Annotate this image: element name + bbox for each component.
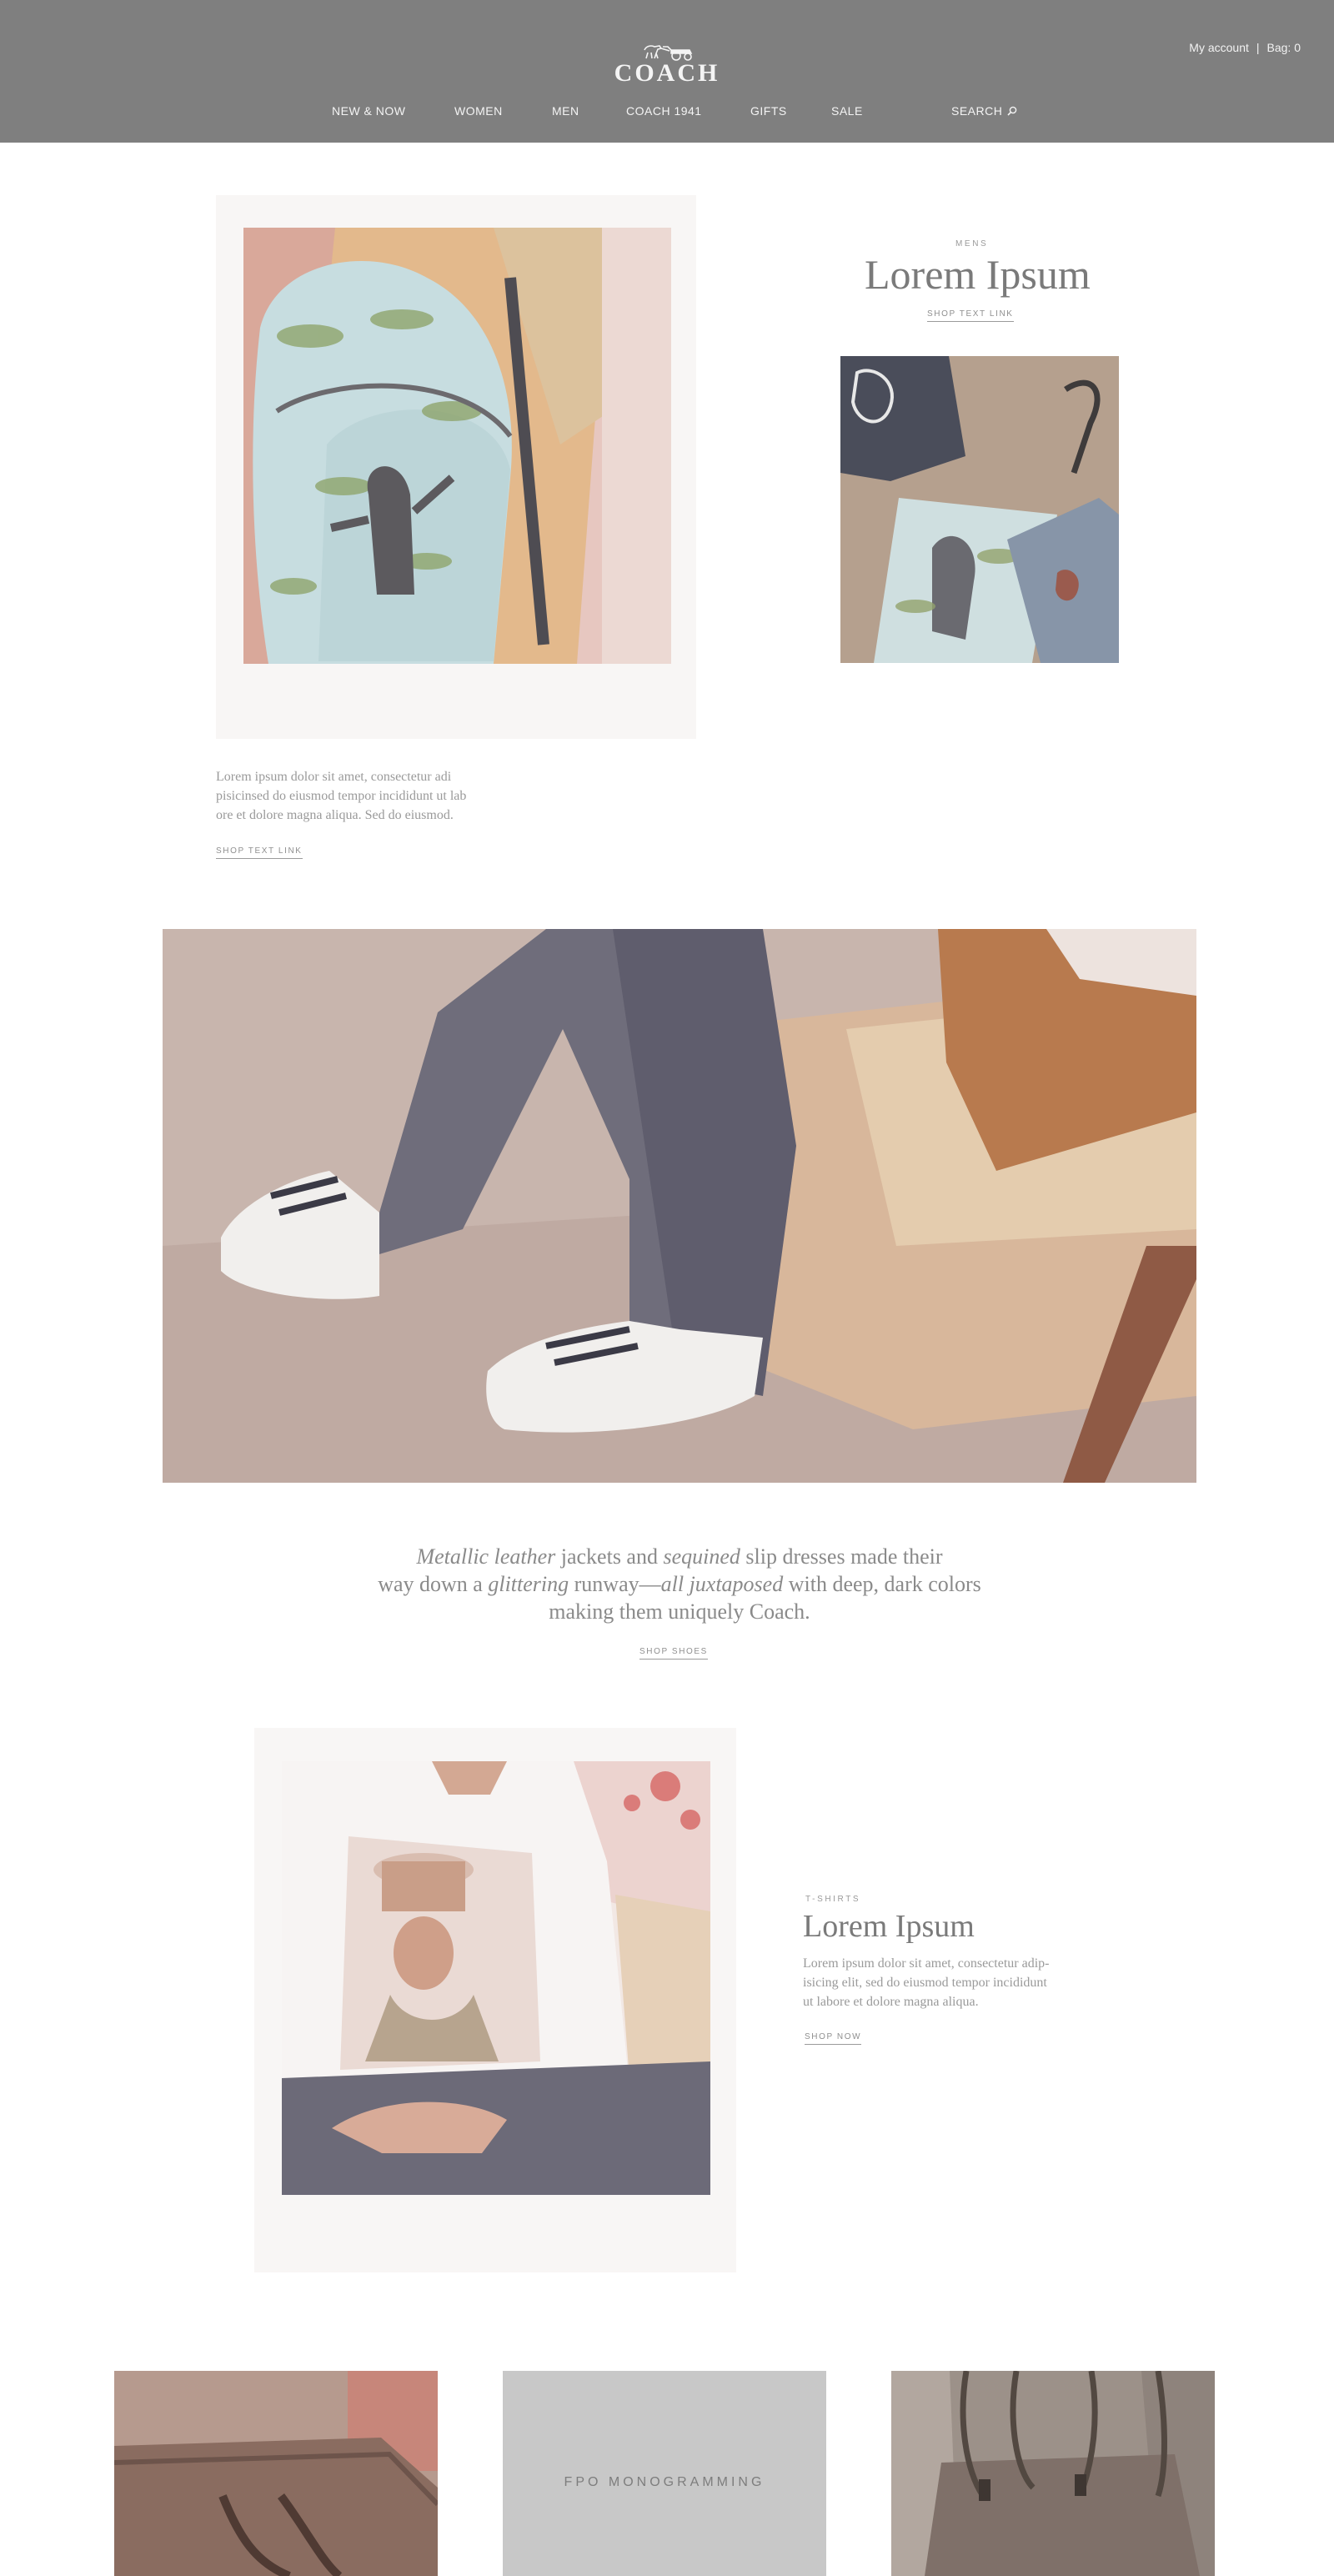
site-header: My account | Bag: 0 COACH NEW & NOW WOMEN … bbox=[0, 0, 1334, 143]
pouches-photo[interactable] bbox=[840, 356, 1119, 663]
mens-title: Lorem Ipsum bbox=[865, 251, 1091, 298]
utility-separator: | bbox=[1256, 41, 1260, 54]
search-icon bbox=[1007, 106, 1017, 116]
tshirts-body-line: ut labore et dolore magna aliqua. bbox=[803, 1995, 979, 2009]
backpack-photo[interactable] bbox=[243, 228, 671, 664]
quote-italic-fragment: glittering bbox=[488, 1572, 569, 1596]
nav-item-gifts[interactable]: GIFTS bbox=[750, 104, 787, 118]
brand-wordmark: COACH bbox=[614, 59, 720, 87]
briefcase-photo bbox=[114, 2371, 438, 2576]
backpack-body-line: Lorem ipsum dolor sit amet, consectetur … bbox=[216, 770, 452, 784]
nav-item-coach-1941[interactable]: COACH 1941 bbox=[626, 104, 702, 118]
tshirts-body-copy: Lorem ipsum dolor sit amet, consectetur … bbox=[803, 1954, 1103, 2011]
backpack-body-copy: Lorem ipsum dolor sit amet, consectetur … bbox=[216, 767, 516, 825]
backpack-shop-link[interactable]: SHOP TEXT LINK bbox=[216, 846, 303, 859]
quote-fragment: runway— bbox=[569, 1572, 661, 1596]
shop-shoes-link[interactable]: SHOP SHOES bbox=[639, 1647, 708, 1660]
fpo-monogramming-card[interactable]: FPO MONOGRAMMING bbox=[503, 2371, 826, 2576]
tshirts-eyebrow: T-SHIRTS bbox=[805, 1895, 861, 1904]
tshirts-title: Lorem Ipsum bbox=[803, 1909, 975, 1944]
fpo-monogramming-label: FPO MONOGRAMMING bbox=[564, 2475, 765, 2489]
my-account-link[interactable]: My account bbox=[1189, 41, 1249, 54]
utility-links: My account | Bag: 0 bbox=[1189, 41, 1301, 54]
editorial-quote: Metallic leather jackets and sequined sl… bbox=[334, 1543, 1026, 1625]
bag-link[interactable]: Bag: 0 bbox=[1267, 41, 1301, 54]
tshirts-body-line: isicing elit, sed do eiusmod tempor inci… bbox=[803, 1976, 1047, 1990]
quote-italic-fragment: all juxtaposed bbox=[660, 1572, 784, 1596]
search-button[interactable]: SEARCH bbox=[951, 104, 1017, 118]
mens-eyebrow: MENS bbox=[955, 239, 989, 249]
tshirts-shop-now-link[interactable]: SHOP NOW bbox=[805, 2032, 862, 2045]
briefcase-card[interactable] bbox=[114, 2371, 438, 2576]
nav-item-new-now[interactable]: NEW & NOW bbox=[332, 104, 406, 118]
nav-item-sale[interactable]: SALE bbox=[831, 104, 863, 118]
quote-fragment: making them uniquely Coach. bbox=[549, 1599, 810, 1624]
quote-italic-fragment: Metallic leather bbox=[416, 1544, 556, 1569]
quote-fragment: way down a bbox=[378, 1572, 489, 1596]
tshirt-photo[interactable] bbox=[282, 1761, 710, 2195]
backpack-body-line: ore et dolore magna aliqua. Sed do eiusm… bbox=[216, 808, 454, 822]
editorial-quote-text: Metallic leather jackets and sequined sl… bbox=[378, 1544, 981, 1624]
mens-shop-link[interactable]: SHOP TEXT LINK bbox=[927, 309, 1014, 322]
tshirts-body-line: Lorem ipsum dolor sit amet, consectetur … bbox=[803, 1956, 1050, 1971]
quote-italic-fragment: sequined bbox=[663, 1544, 740, 1569]
backpack-body-line: pisicinsed do eiusmod tempor incididunt … bbox=[216, 789, 467, 803]
search-label: SEARCH bbox=[951, 104, 1003, 118]
main-nav: NEW & NOW WOMEN MEN COACH 1941 GIFTS SAL… bbox=[0, 104, 1334, 121]
quote-fragment: jackets and bbox=[555, 1544, 664, 1569]
quote-fragment: with deep, dark colors bbox=[783, 1572, 981, 1596]
quote-fragment: slip dresses made their bbox=[740, 1544, 943, 1569]
tote-bag-card[interactable] bbox=[891, 2371, 1215, 2576]
sneakers-hero-photo[interactable] bbox=[163, 929, 1196, 1483]
coach-logo[interactable]: COACH bbox=[584, 40, 750, 87]
nav-item-men[interactable]: MEN bbox=[552, 104, 579, 118]
nav-item-women[interactable]: WOMEN bbox=[454, 104, 503, 118]
tote-bag-photo bbox=[891, 2371, 1215, 2576]
